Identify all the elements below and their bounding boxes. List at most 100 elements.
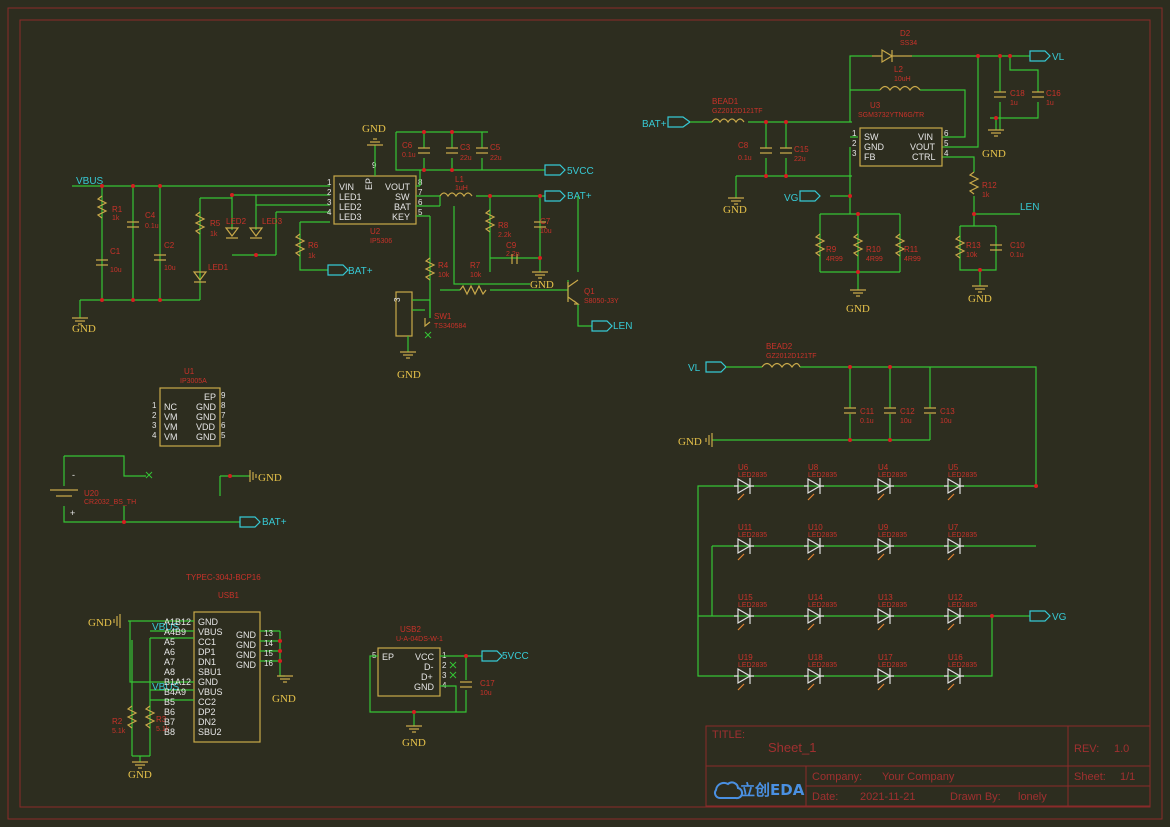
r12-ref: R12: [982, 181, 997, 190]
led-u5[interactable]: [944, 477, 964, 501]
r4-ref: R4: [438, 261, 449, 270]
led-u11[interactable]: [734, 537, 754, 561]
u3-pin-vout: VOUT: [910, 142, 936, 152]
r9-val: 4R99: [826, 256, 843, 263]
r4-val: 10k: [438, 272, 450, 279]
usb1-pin-right-0: GND: [236, 630, 257, 640]
led-u6[interactable]: [734, 477, 754, 501]
led-u8[interactable]: [804, 477, 824, 501]
led-val-9: LED2835: [808, 602, 837, 609]
u3-num-3: 3: [852, 149, 857, 158]
c18-ref: C18: [1010, 89, 1025, 98]
usb2-pin-vcc: VCC: [415, 652, 435, 662]
usb1-pin-left-4: DN1: [198, 657, 216, 667]
led-u9[interactable]: [874, 537, 894, 561]
schematic-canvas[interactable]: VBUS R1 1k C1 10u C4 0.1u C2 10u R5 1k L…: [0, 0, 1170, 827]
usb1-num-left-5: A8: [164, 667, 175, 677]
net-label-batp-top: BAT+: [567, 191, 592, 202]
usb2-pin-ep: EP: [382, 652, 394, 662]
u3-num-4: 4: [944, 149, 949, 158]
net-label-vl-top: VL: [1052, 52, 1065, 63]
led-u17[interactable]: [874, 667, 894, 691]
led-ref-13: U18: [808, 653, 823, 662]
c3-val: 22u: [460, 155, 472, 162]
net-label-5vcc-top: 5VCC: [567, 166, 594, 177]
d2-val: SS34: [900, 40, 917, 47]
r5-ref: R5: [210, 219, 221, 228]
c10-ref: C10: [1010, 241, 1025, 250]
gnd-label: GND: [72, 323, 96, 335]
c2-val: 10u: [164, 265, 176, 272]
u3-pin-vin: VIN: [918, 132, 933, 142]
l2-ref: L2: [894, 65, 903, 74]
led-val-12: LED2835: [738, 662, 767, 669]
u20-ref: U20: [84, 489, 99, 498]
led-u7[interactable]: [944, 537, 964, 561]
led-matrix-section: VL BEAD2 GZ2012D121TF C11 0.1u C12 10u C…: [678, 342, 1067, 691]
led-val-13: LED2835: [808, 662, 837, 669]
sw1-ref: SW1: [434, 312, 452, 321]
l1-ref: L1: [455, 175, 464, 184]
u1-pin-vm3: VM: [164, 432, 178, 442]
r13-val: 10k: [966, 252, 978, 259]
r1-ref: R1: [112, 205, 123, 214]
r5-val: 1k: [210, 231, 218, 238]
r8-val: 2.2k: [498, 232, 512, 239]
l1-val: 1uH: [455, 185, 468, 192]
r11-ref: R11: [904, 245, 919, 254]
battery-plus: +: [70, 508, 75, 518]
u2-val: IP5306: [370, 238, 392, 245]
led-u13[interactable]: [874, 607, 894, 631]
net-flag-batp: [544, 190, 566, 202]
led-u14[interactable]: [804, 607, 824, 631]
led-val-8: LED2835: [738, 602, 767, 609]
led-u18[interactable]: [804, 667, 824, 691]
u2-pin-vin: VIN: [339, 182, 354, 192]
led-ref-1: U8: [808, 463, 819, 472]
led-u10[interactable]: [804, 537, 824, 561]
u3-pin-fb: FB: [864, 152, 876, 162]
led-val-15: LED2835: [948, 662, 977, 669]
c12-ref: C12: [900, 407, 915, 416]
led-u19[interactable]: [734, 667, 754, 691]
usb1-pin-left-11: SBU2: [198, 727, 222, 737]
led-u15[interactable]: [734, 607, 754, 631]
led-u4[interactable]: [874, 477, 894, 501]
usb1-num-left-2: A5: [164, 637, 175, 647]
net-label-vg-boost: VG: [784, 193, 799, 204]
drawn-value: lonely: [1018, 791, 1047, 803]
net-label-5vcc-usb2: 5VCC: [502, 651, 529, 662]
led-u12[interactable]: [944, 607, 964, 631]
u2-pin-vout: VOUT: [385, 182, 411, 192]
c7-val: 10u: [540, 228, 552, 235]
r6-ref: R6: [308, 241, 319, 250]
u3-pin-gnd: GND: [864, 142, 885, 152]
net-flag-vl: [1029, 50, 1051, 62]
usb1-title: TYPEC-304J-BCP16: [186, 573, 261, 582]
led-ref-15: U16: [948, 653, 963, 662]
c2-ref: C2: [164, 241, 175, 250]
r2-val: 5.1k: [112, 728, 126, 735]
title-value: Sheet_1: [768, 740, 816, 755]
c6-val: 0.1u: [402, 152, 416, 159]
usb1-num-left-9: B6: [164, 707, 175, 717]
c1-ref: C1: [110, 247, 121, 256]
r6-val: 1k: [308, 253, 316, 260]
led-val-14: LED2835: [878, 662, 907, 669]
led-val-2: LED2835: [878, 472, 907, 479]
title-block: TITLE: Sheet_1 REV: 1.0 Company: Your Co…: [705, 725, 1151, 807]
r9-ref: R9: [826, 245, 837, 254]
u2-pin-key: KEY: [392, 212, 410, 222]
led-u16[interactable]: [944, 667, 964, 691]
c9-val: 2.2n: [506, 251, 520, 258]
usb1-section: TYPEC-304J-BCP16 USB1 GND VBUS VBUS R2 5…: [88, 573, 296, 781]
c1-val: 10u: [110, 267, 122, 274]
led-ref-9: U14: [808, 593, 823, 602]
battery-section: - + U20 CR2032_BS_TH GND BAT+: [50, 455, 287, 528]
usb1-num-left-0: A1B12: [164, 617, 191, 627]
u3-ref: U3: [870, 101, 881, 110]
c4-ref: C4: [145, 211, 156, 220]
usb1-pin-left-9: DP2: [198, 707, 216, 717]
c17-val: 10u: [480, 690, 492, 697]
net-flag-batp-boost: [667, 116, 692, 128]
